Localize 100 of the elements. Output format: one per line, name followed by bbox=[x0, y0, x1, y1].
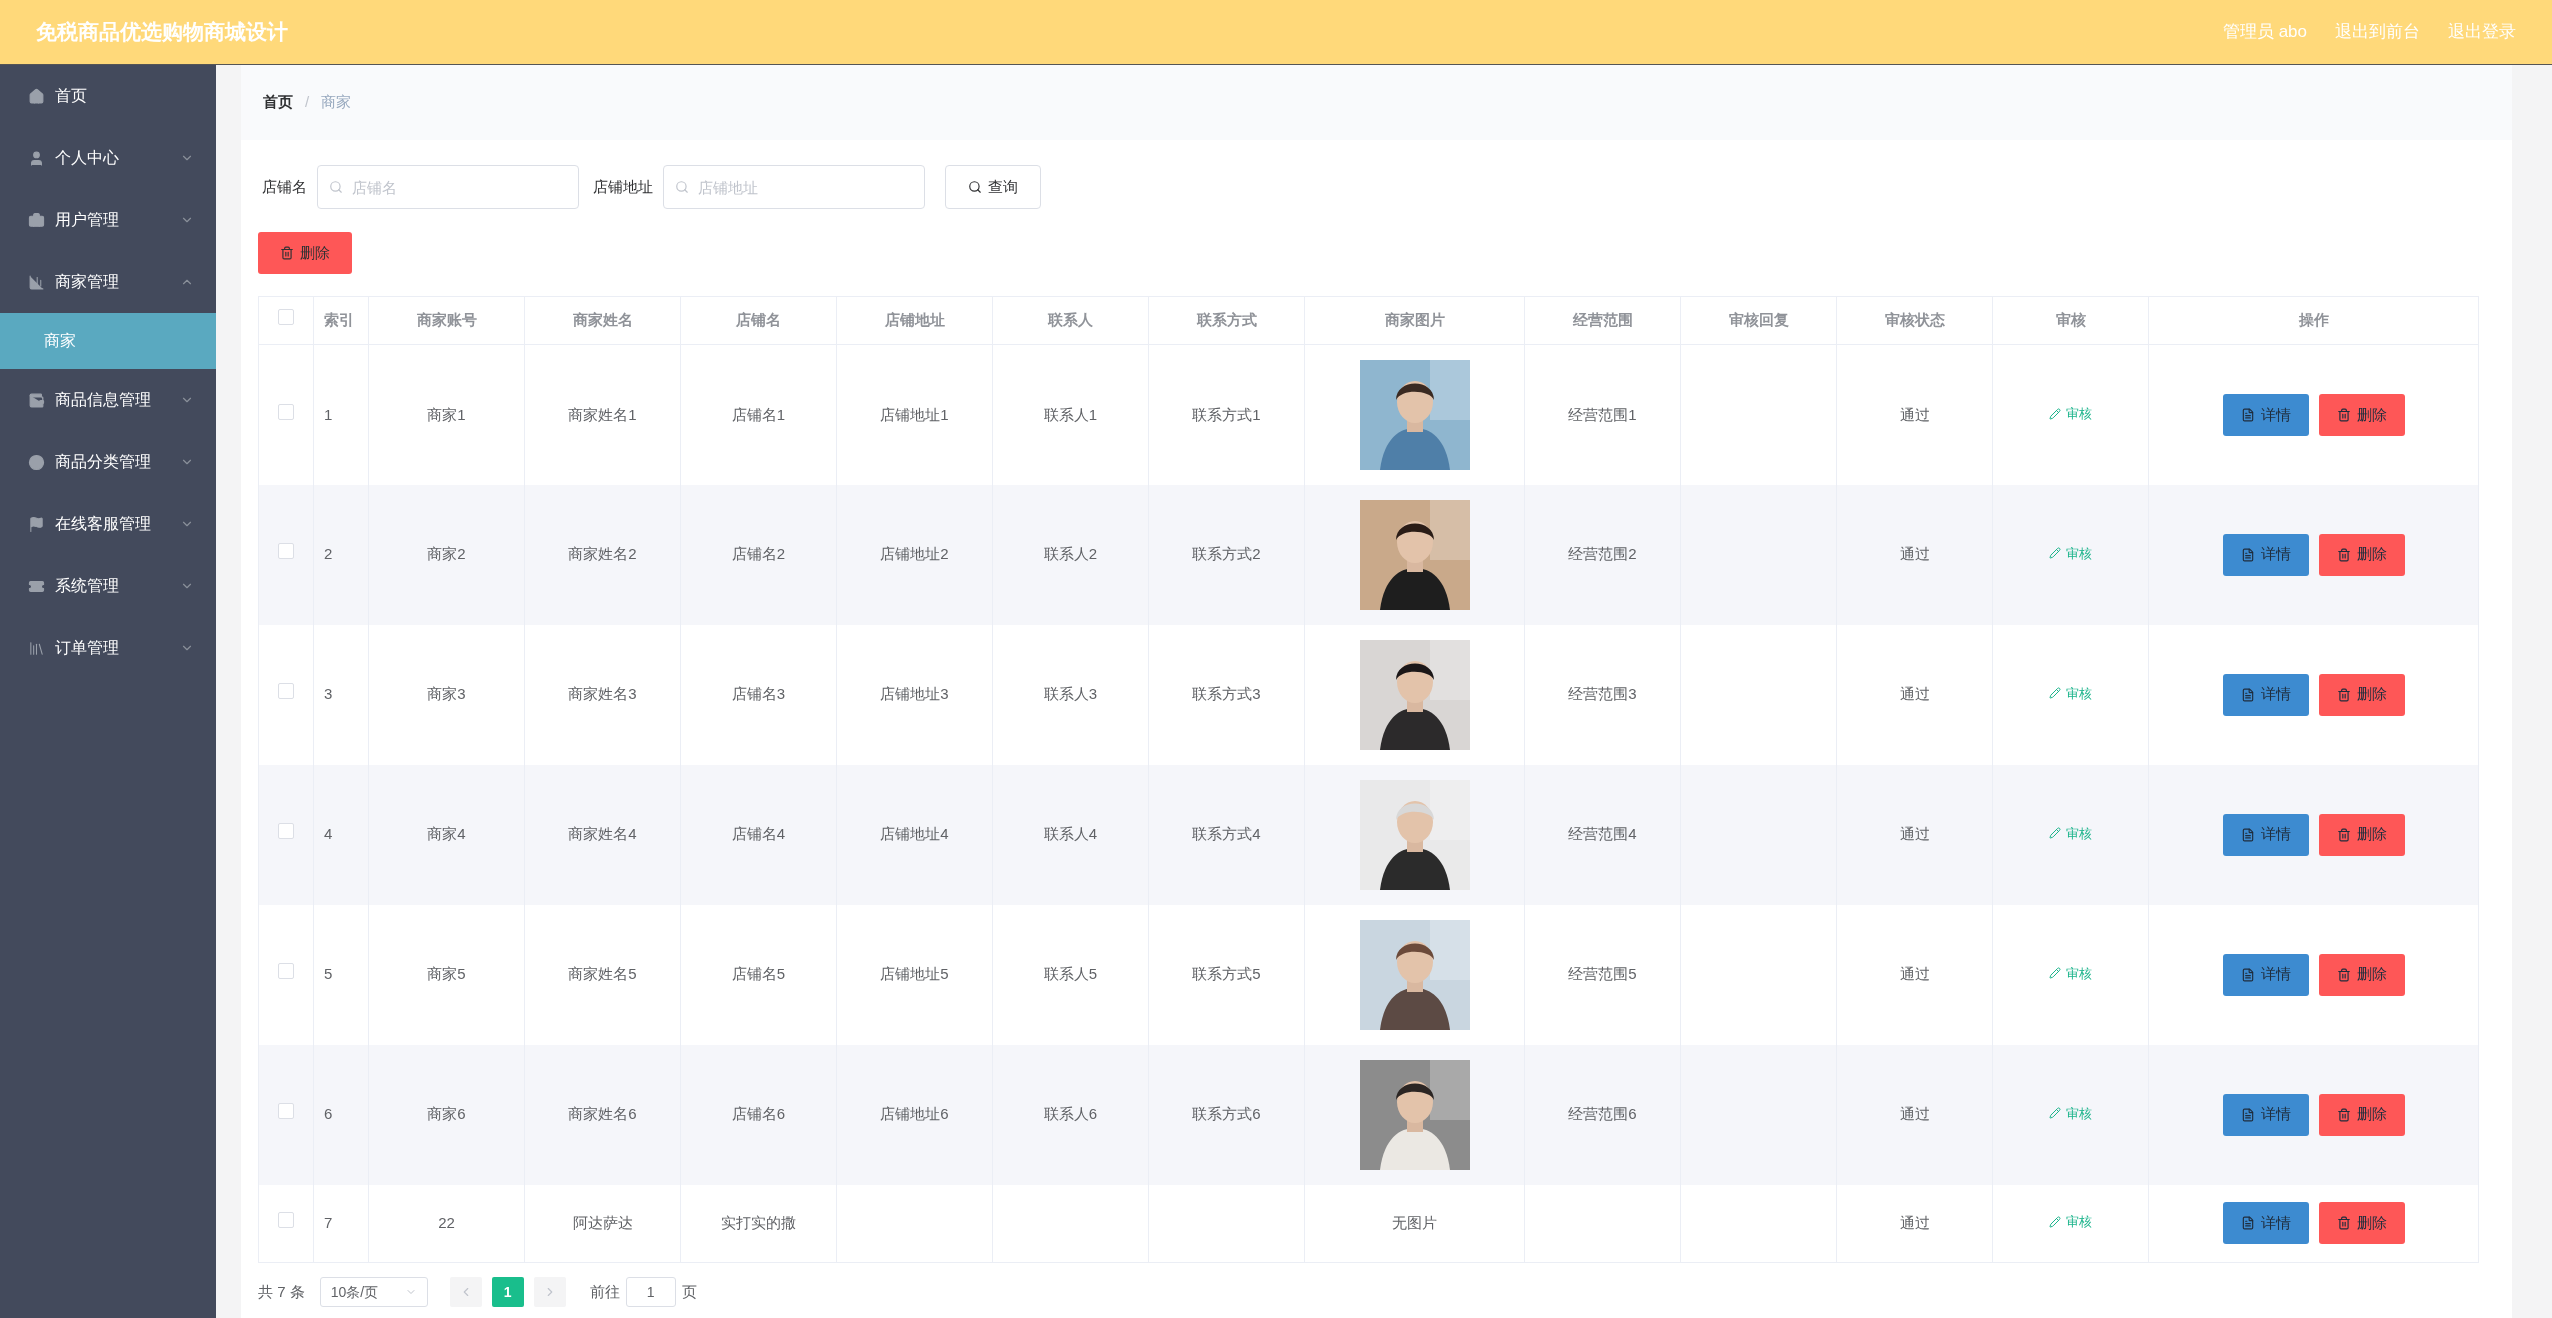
delete-button[interactable]: 删除 bbox=[2318, 953, 2405, 996]
delete-button[interactable]: 删除 bbox=[2318, 393, 2405, 436]
breadcrumb-separator: / bbox=[305, 92, 310, 113]
review-link[interactable]: 审核 bbox=[2049, 1212, 2092, 1232]
sidebar-item[interactable]: 系统管理 bbox=[0, 555, 216, 617]
pencil-icon bbox=[2049, 1107, 2061, 1120]
table-cell: 阿达萨达 bbox=[572, 1214, 633, 1231]
breadcrumb-link[interactable]: 商家 bbox=[321, 91, 352, 114]
table-cell: 商家姓名4 bbox=[568, 825, 637, 843]
table-cell: 商家姓名1 bbox=[568, 405, 637, 423]
table-cell: 联系人2 bbox=[1043, 545, 1098, 563]
review-link[interactable]: 审核 bbox=[2049, 683, 2092, 703]
document-icon bbox=[2240, 687, 2255, 702]
breadcrumb-link[interactable]: 首页 bbox=[263, 91, 293, 114]
table-cell: 店铺地址4 bbox=[880, 825, 949, 843]
review-link[interactable]: 审核 bbox=[2049, 1103, 2092, 1123]
sidebar-subitem[interactable]: 商家 bbox=[0, 313, 216, 369]
table-cell: 店铺地址3 bbox=[880, 685, 949, 703]
app-title: 免税商品优选购物商城设计 bbox=[36, 19, 288, 46]
sidebar-item[interactable]: 商品分类管理 bbox=[0, 431, 216, 493]
detail-button[interactable]: 详情 bbox=[2222, 953, 2309, 996]
delete-button[interactable]: 删除 bbox=[2318, 1202, 2405, 1245]
query-button[interactable]: 查询 bbox=[945, 165, 1041, 209]
table-cell: 联系方式6 bbox=[1192, 1105, 1261, 1123]
page-size-select[interactable]: 10条/页 bbox=[319, 1277, 428, 1307]
delete-button[interactable]: 删除 bbox=[2318, 1093, 2405, 1136]
sidebar-item[interactable]: 订单管理 bbox=[0, 617, 216, 679]
checkbox[interactable] bbox=[278, 823, 294, 840]
table-cell: 3 bbox=[324, 685, 333, 703]
trash-icon bbox=[2336, 687, 2351, 702]
table-cell: 经营范围6 bbox=[1568, 1105, 1637, 1123]
table-cell: 店铺名2 bbox=[731, 545, 786, 563]
table-cell: 联系人3 bbox=[1043, 685, 1098, 703]
detail-button[interactable]: 详情 bbox=[2222, 1202, 2309, 1245]
table-cell: 2 bbox=[324, 545, 333, 563]
column-header: 店铺地址 bbox=[836, 296, 993, 345]
table-cell: 经营范围5 bbox=[1568, 965, 1637, 983]
detail-button[interactable]: 详情 bbox=[2222, 673, 2309, 716]
table-cell: 商家6 bbox=[427, 1105, 466, 1123]
table-cell: 经营范围1 bbox=[1568, 405, 1637, 423]
books-icon bbox=[28, 639, 45, 657]
delete-button[interactable]: 删除 bbox=[2318, 673, 2405, 716]
table-cell: 6 bbox=[324, 1105, 333, 1123]
detail-button[interactable]: 详情 bbox=[2222, 393, 2309, 436]
table-cell: 通过 bbox=[1899, 545, 1930, 563]
table-cell: 通过 bbox=[1899, 1214, 1930, 1231]
table-cell: 22 bbox=[438, 1214, 455, 1231]
delete-button[interactable]: 删除 bbox=[2318, 533, 2405, 576]
detail-button[interactable]: 详情 bbox=[2222, 813, 2309, 856]
sidebar-item[interactable]: 首页 bbox=[0, 65, 216, 127]
table-cell: 5 bbox=[324, 965, 333, 983]
sidebar-item[interactable]: 在线客服管理 bbox=[0, 493, 216, 555]
document-icon bbox=[2240, 1107, 2255, 1122]
detail-button[interactable]: 详情 bbox=[2222, 1093, 2309, 1136]
delete-button[interactable]: 删除 bbox=[2318, 813, 2405, 856]
search-field[interactable]: 店铺地址 bbox=[663, 165, 925, 209]
table-cell: 联系人4 bbox=[1043, 825, 1098, 843]
prev-page-button[interactable] bbox=[449, 1277, 482, 1307]
field-label: 店铺地址 bbox=[593, 176, 653, 197]
checkbox[interactable] bbox=[278, 403, 294, 420]
checkbox[interactable] bbox=[278, 309, 294, 326]
column-header: 商家账号 bbox=[368, 296, 525, 345]
table-cell: 商家姓名2 bbox=[568, 545, 637, 563]
column-header: 店铺名 bbox=[680, 296, 837, 345]
person-icon bbox=[28, 149, 45, 167]
page-input[interactable]: 1 bbox=[625, 1277, 676, 1307]
checkbox[interactable] bbox=[278, 1212, 294, 1228]
next-page-button[interactable] bbox=[533, 1277, 566, 1307]
sidebar-item[interactable]: 商品信息管理 bbox=[0, 369, 216, 431]
table-cell: 商家姓名3 bbox=[568, 685, 637, 703]
table-cell: 通过 bbox=[1899, 1105, 1930, 1123]
sidebar-item[interactable]: 用户管理 bbox=[0, 189, 216, 251]
detail-button[interactable]: 详情 bbox=[2222, 533, 2309, 576]
table-cell: 店铺地址5 bbox=[880, 965, 949, 983]
column-header: 商家图片 bbox=[1304, 296, 1525, 345]
review-link[interactable]: 审核 bbox=[2049, 403, 2092, 424]
search-icon bbox=[675, 180, 689, 194]
table-cell: 通过 bbox=[1899, 685, 1930, 703]
table-cell: 联系方式5 bbox=[1192, 965, 1261, 983]
checkbox[interactable] bbox=[278, 963, 294, 980]
table-cell: 联系方式1 bbox=[1192, 405, 1261, 423]
column-header: 审核回复 bbox=[1680, 296, 1837, 345]
table-cell: 商家姓名6 bbox=[568, 1105, 637, 1123]
checkbox[interactable] bbox=[278, 543, 294, 560]
table-cell: 4 bbox=[324, 825, 333, 843]
review-link[interactable]: 审核 bbox=[2049, 823, 2092, 843]
sidebar-item[interactable]: 商家管理 bbox=[0, 251, 216, 313]
delete-button[interactable]: 删除 bbox=[258, 232, 352, 274]
table-cell: 联系人1 bbox=[1043, 405, 1098, 423]
review-link[interactable]: 审核 bbox=[2049, 543, 2092, 563]
pencil-icon bbox=[2049, 967, 2061, 980]
page-button[interactable]: 1 bbox=[491, 1277, 524, 1307]
checkbox[interactable] bbox=[278, 1103, 294, 1120]
sidebar-item[interactable]: 个人中心 bbox=[0, 127, 216, 189]
table-cell: 店铺地址1 bbox=[880, 405, 949, 423]
checkbox[interactable] bbox=[278, 683, 294, 700]
search-field[interactable]: 店铺名 bbox=[317, 165, 579, 209]
table-cell: 店铺名4 bbox=[731, 825, 786, 843]
review-link[interactable]: 审核 bbox=[2049, 963, 2092, 983]
total-count: 共 7 条 bbox=[258, 1281, 305, 1302]
